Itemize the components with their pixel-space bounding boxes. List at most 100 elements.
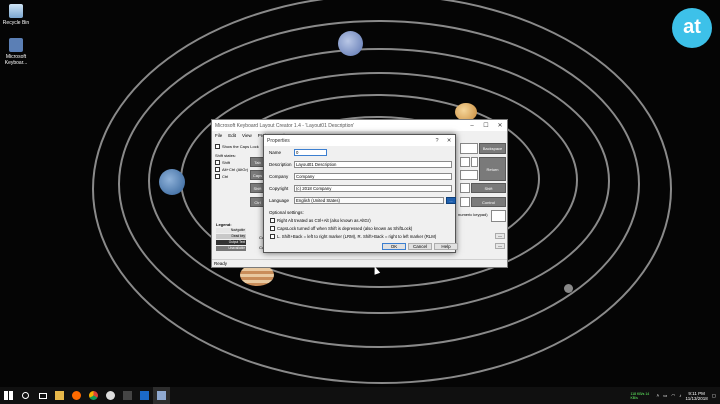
small-button[interactable]: —: [495, 243, 505, 249]
name-row: Name 0: [269, 149, 327, 156]
start-button[interactable]: [0, 387, 17, 404]
key-blank[interactable]: [460, 197, 470, 207]
app-icon: [140, 391, 149, 400]
ok-button[interactable]: OK: [382, 243, 406, 250]
altgr-label: Alt+Ctrl (AltGr): [222, 167, 249, 172]
key-blank[interactable]: [460, 183, 470, 193]
key-blank[interactable]: [491, 210, 506, 222]
key-return[interactable]: Return: [479, 157, 506, 181]
taskbar-app-active[interactable]: [153, 387, 170, 404]
brand-logo: at: [672, 8, 712, 48]
small-button[interactable]: —: [495, 233, 505, 239]
show-caps-checkbox[interactable]: Show the Caps Lock: [215, 144, 261, 149]
task-view-button[interactable]: [34, 387, 51, 404]
right-alt-option[interactable]: Right Alt treated as Ctrl+Alt (also know…: [270, 218, 371, 223]
description-row: Description Layout01 Description: [269, 161, 452, 168]
taskbar-app[interactable]: [85, 387, 102, 404]
chevron-up-icon[interactable]: ˄: [656, 393, 659, 398]
keyboard-creator-shortcut[interactable]: Microsoft Keyboar...: [0, 38, 35, 66]
browser-icon: [72, 391, 81, 400]
show-caps-label: Show the Caps Lock: [222, 144, 259, 149]
help-button[interactable]: Help: [434, 243, 458, 250]
volume-icon[interactable]: ♪: [679, 393, 681, 398]
language-select[interactable]: English (United States): [294, 197, 444, 204]
key-blank[interactable]: [471, 157, 478, 167]
terminal-icon: [123, 391, 132, 400]
dialog-titlebar[interactable]: Properties ? ✕: [264, 135, 455, 146]
capslock-option[interactable]: CapsLock turned off when Shift is depres…: [270, 226, 412, 231]
taskbar: 118 KB/s 14 KB/s ˄ ▭ ◠ ♪ 9:11 PM 11/13/2…: [0, 387, 720, 404]
menu-view[interactable]: View: [242, 133, 252, 138]
legend-output-text: Output Text: [216, 240, 246, 245]
planet-blue: [338, 31, 363, 56]
taskbar-app[interactable]: [51, 387, 68, 404]
numeric-keypad-label: numeric keypad): [458, 212, 488, 217]
file-explorer-icon: [55, 391, 64, 400]
recycle-bin-shortcut[interactable]: Recycle Bin: [0, 4, 35, 26]
minimize-icon[interactable]: –: [465, 123, 479, 129]
shift-label: Shift: [222, 160, 231, 165]
clock-time: 9:11 PM: [688, 390, 705, 396]
key-backspace[interactable]: Backspace: [479, 143, 506, 154]
legend-unavailable: Unavailable: [216, 246, 246, 251]
dialog-title: Properties: [267, 137, 290, 144]
legend-navigable: Navigable: [216, 228, 246, 233]
copyright-row: Copyright (c) 2018 Company: [269, 185, 452, 192]
language-browse-button[interactable]: ...: [446, 197, 456, 204]
name-label: Name: [269, 150, 282, 155]
key-blank[interactable]: [460, 170, 478, 180]
keyboard-app-icon: [157, 391, 166, 400]
copyright-label: Copyright: [269, 186, 289, 191]
battery-icon[interactable]: ▭: [663, 393, 667, 399]
taskbar-app[interactable]: [68, 387, 85, 404]
close-icon[interactable]: ✕: [493, 122, 507, 129]
recycle-bin-label: Recycle Bin: [2, 20, 30, 26]
legend: Legend: Navigable Dead key Output Text U…: [216, 222, 246, 251]
name-field[interactable]: 0: [294, 149, 327, 156]
description-field[interactable]: Layout01 Description: [294, 161, 452, 168]
task-view-icon: [38, 392, 47, 399]
legend-title: Legend:: [216, 222, 232, 227]
recycle-bin-icon: [9, 4, 23, 18]
maximize-icon[interactable]: ☐: [479, 122, 493, 129]
chrome-icon: [89, 391, 98, 400]
language-label: Language: [269, 198, 290, 203]
windows-icon: [4, 391, 13, 400]
key-shift-right[interactable]: Shift: [471, 183, 506, 193]
taskbar-app[interactable]: [102, 387, 119, 404]
media-icon: [106, 391, 115, 400]
planet-grey: [564, 284, 573, 293]
search-button[interactable]: [17, 387, 34, 404]
taskbar-app[interactable]: [119, 387, 136, 404]
legend-dead-key: Dead key: [216, 234, 246, 239]
company-label: Company: [269, 174, 289, 179]
status-bar: Ready: [212, 259, 507, 267]
system-tray: 118 KB/s 14 KB/s ˄ ▭ ◠ ♪ 9:11 PM 11/13/2…: [630, 387, 716, 404]
desktop: Recycle Bin Microsoft Keyboar... at Micr…: [0, 0, 720, 404]
keyboard-creator-label: Microsoft Keyboar...: [4, 54, 28, 66]
right-alt-label: Right Alt treated as Ctrl+Alt (also know…: [277, 218, 371, 223]
menu-file[interactable]: File: [215, 133, 222, 138]
wifi-icon[interactable]: ◠: [671, 393, 675, 399]
key-control-right[interactable]: Control: [471, 197, 506, 207]
ctrl-label: Ctrl: [222, 174, 229, 179]
cancel-button[interactable]: Cancel: [408, 243, 432, 250]
clock[interactable]: 9:11 PM 11/13/2018: [686, 391, 708, 401]
lrm-rlm-label: L. Shift+Back = left to right marker (LR…: [277, 234, 437, 239]
app-title: Microsoft Keyboard Layout Creator 1.4 - …: [215, 122, 355, 129]
help-icon[interactable]: ?: [431, 138, 443, 144]
copyright-field[interactable]: (c) 2018 Company: [294, 185, 452, 192]
description-label: Description: [269, 162, 292, 167]
close-icon[interactable]: ✕: [443, 138, 455, 144]
company-field[interactable]: Company: [294, 173, 452, 180]
company-row: Company Company: [269, 173, 452, 180]
taskbar-app[interactable]: [136, 387, 153, 404]
network-speed: 118 KB/s 14 KB/s: [630, 391, 650, 400]
app-titlebar[interactable]: Microsoft Keyboard Layout Creator 1.4 - …: [212, 120, 507, 131]
lrm-rlm-option[interactable]: L. Shift+Back = left to right marker (LR…: [270, 234, 436, 239]
menu-edit[interactable]: Edit: [228, 133, 236, 138]
key-blank[interactable]: [460, 143, 478, 154]
key-blank[interactable]: [460, 157, 470, 167]
notifications-icon[interactable]: ▢: [712, 393, 716, 399]
capslock-label: CapsLock turned off when Shift is depres…: [277, 226, 413, 231]
